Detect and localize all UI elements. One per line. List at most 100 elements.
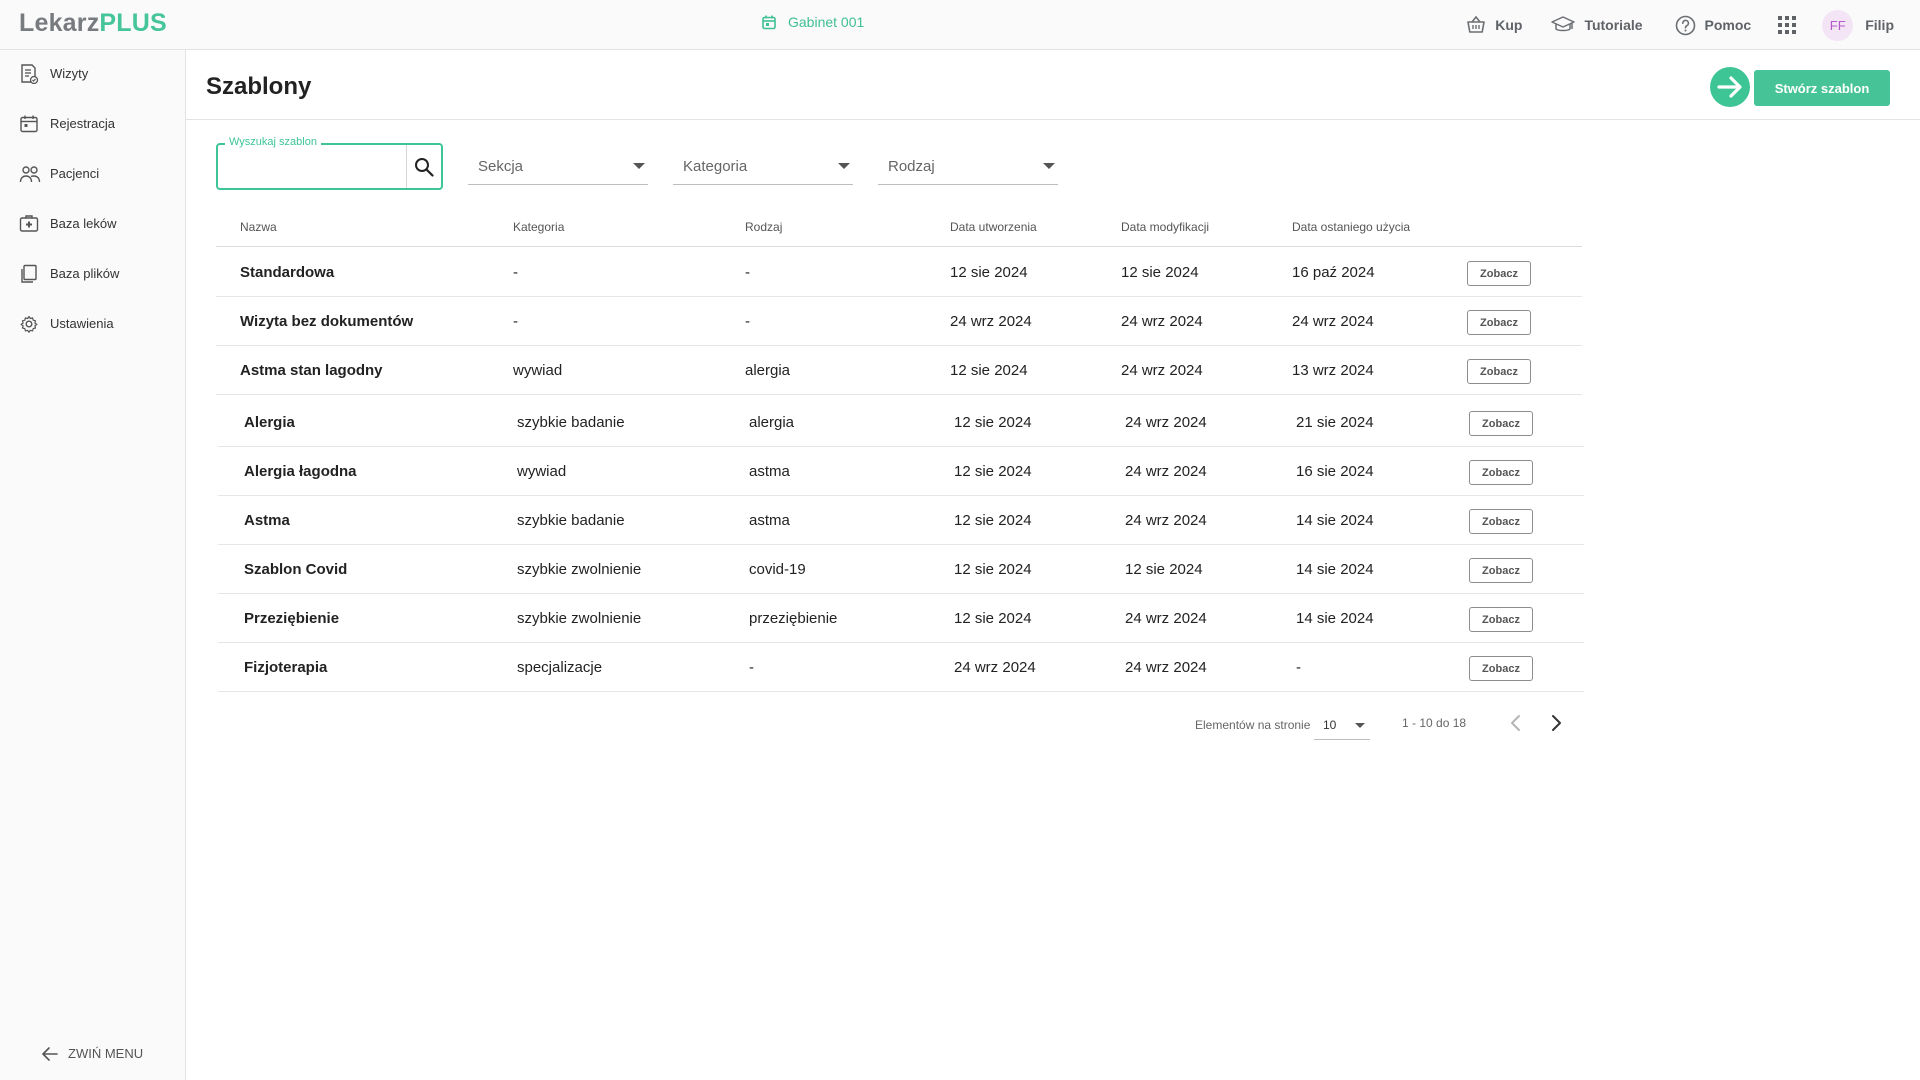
cell-created: 12 sie 2024 (950, 264, 1028, 281)
cell-created: 12 sie 2024 (954, 463, 1032, 480)
cell-created: 12 sie 2024 (954, 561, 1032, 578)
section-select[interactable]: Sekcja (468, 150, 648, 185)
sidebar-item-label: Wizyty (50, 66, 89, 81)
cell-last-used: 24 wrz 2024 (1292, 313, 1374, 330)
table-row: Wizyta bez dokumentów - - 24 wrz 2024 24 wrz… (216, 297, 1582, 346)
tutorials-link[interactable]: Tutoriale (1551, 16, 1643, 34)
search-input[interactable] (226, 155, 406, 179)
items-per-page-select[interactable]: 10 (1314, 712, 1370, 740)
cell-modified: 24 wrz 2024 (1125, 414, 1207, 431)
sidebar-item-visits[interactable]: Wizyty (0, 54, 185, 94)
help-label: Pomoc (1704, 17, 1752, 33)
files-icon (19, 264, 39, 284)
cell-category: - (513, 313, 518, 330)
user-menu[interactable]: FF Filip (1822, 9, 1894, 41)
arrow-right-icon (1717, 76, 1743, 98)
cell-category: specjalizacje (517, 659, 603, 676)
column-header-type[interactable]: Rodzaj (745, 220, 782, 234)
next-page-button[interactable] (1546, 712, 1566, 734)
sidebar-item-settings[interactable]: Ustawienia (0, 304, 185, 344)
cell-last-used: - (1296, 659, 1301, 676)
tutorials-label: Tutoriale (1584, 17, 1643, 33)
section-select-value: Sekcja (478, 158, 524, 175)
cell-created: 12 sie 2024 (954, 610, 1032, 627)
sidebar-item-label: Baza plików (50, 266, 120, 281)
column-header-category[interactable]: Kategoria (513, 220, 564, 234)
cell-category: - (513, 264, 518, 281)
cell-type: - (745, 313, 750, 330)
sidebar-item-registration[interactable]: Rejestracja (0, 104, 185, 144)
logo-text-part1: Lekarz (19, 9, 100, 37)
calendar-icon (19, 114, 39, 134)
sidebar-item-file-database[interactable]: Baza plików (0, 254, 185, 294)
collapse-menu-button[interactable]: ZWIŃ MENU (42, 1046, 143, 1061)
view-template-button[interactable]: Zobacz (1469, 411, 1533, 436)
chevron-down-icon (1355, 723, 1365, 728)
view-template-button[interactable]: Zobacz (1467, 359, 1531, 384)
items-per-page-label: Elementów na stronie (1195, 718, 1311, 732)
table-row: Szablon Covid szybkie zwolnienie covid-19 1… (218, 545, 1584, 594)
buy-link[interactable]: Kup (1466, 16, 1522, 34)
apps-grid-icon (1778, 16, 1797, 34)
cell-modified: 24 wrz 2024 (1121, 362, 1203, 379)
view-template-button[interactable]: Zobacz (1469, 607, 1533, 632)
view-template-button[interactable]: Zobacz (1469, 656, 1533, 681)
app-logo[interactable]: LekarzPLUS (19, 9, 167, 38)
page-header: Szablony Stwórz szablon (186, 50, 1920, 120)
table-row: Fizjoterapia specjalizacje - 24 wrz 2024 24 … (218, 643, 1584, 692)
category-select-value: Kategoria (683, 158, 748, 175)
cell-created: 12 sie 2024 (954, 512, 1032, 529)
chevron-down-icon (838, 163, 850, 169)
help-circle-icon (1675, 15, 1696, 36)
column-header-name[interactable]: Nazwa (240, 220, 277, 234)
visits-icon (19, 64, 39, 84)
avatar: FF (1822, 9, 1854, 41)
view-template-button[interactable]: Zobacz (1469, 558, 1533, 583)
type-select[interactable]: Rodzaj (878, 150, 1058, 185)
search-label: Wyszukaj szablon (225, 136, 321, 148)
view-template-button[interactable]: Zobacz (1469, 509, 1533, 534)
sidebar-item-patients[interactable]: Pacjenci (0, 154, 185, 194)
cell-last-used: 13 wrz 2024 (1292, 362, 1374, 379)
apps-grid-button[interactable] (1778, 16, 1797, 34)
cell-type: covid-19 (749, 561, 806, 578)
sidebar: Wizyty Rejestracja Pacjenci Baza leków B… (0, 50, 186, 1080)
cell-name: Przeziębienie (244, 610, 340, 627)
sidebar-item-label: Rejestracja (50, 116, 116, 131)
create-template-arrow-button[interactable] (1710, 67, 1750, 107)
cell-last-used: 21 sie 2024 (1296, 414, 1374, 431)
cell-name: Alergia łagodna (244, 463, 357, 480)
column-header-modified[interactable]: Data modyfikacji (1121, 220, 1209, 234)
cell-last-used: 14 sie 2024 (1296, 610, 1374, 627)
table-row: Standardowa - - 12 sie 2024 12 sie 2024 16 pa… (216, 248, 1582, 297)
search-field[interactable]: Wyszukaj szablon (216, 136, 443, 190)
cell-type: astma (749, 463, 790, 480)
view-template-button[interactable]: Zobacz (1469, 460, 1533, 485)
cell-type: przeziębienie (749, 610, 838, 627)
previous-page-button[interactable] (1506, 712, 1526, 734)
sidebar-item-drug-database[interactable]: Baza leków (0, 204, 185, 244)
table-row: Alergia szybkie badanie alergia 12 sie 2024… (218, 398, 1584, 447)
column-header-created[interactable]: Data utworzenia (950, 220, 1037, 234)
cell-category: szybkie badanie (517, 414, 625, 431)
patients-icon (19, 164, 41, 184)
category-select[interactable]: Kategoria (673, 150, 853, 185)
help-link[interactable]: Pomoc (1675, 15, 1752, 36)
search-button[interactable] (406, 145, 441, 188)
clinic-selector[interactable]: Gabinet 001 (762, 14, 864, 30)
cell-last-used: 16 sie 2024 (1296, 463, 1374, 480)
view-template-button[interactable]: Zobacz (1467, 261, 1531, 286)
view-template-button[interactable]: Zobacz (1467, 310, 1531, 335)
calendar-icon (762, 15, 776, 30)
chevron-right-icon (1546, 712, 1566, 734)
table-row: Alergia łagodna wywiad astma 12 sie 2024 24 … (218, 447, 1584, 496)
table-header: Nazwa Kategoria Rodzaj Data utworzenia D… (216, 206, 1582, 247)
create-template-button[interactable]: Stwórz szablon (1754, 70, 1890, 106)
cell-modified: 12 sie 2024 (1121, 264, 1199, 281)
pagination-range: 1 - 10 do 18 (1402, 716, 1467, 730)
cell-last-used: 16 paź 2024 (1292, 264, 1375, 281)
column-header-last-used[interactable]: Data ostaniego użycia (1292, 220, 1410, 234)
cell-modified: 24 wrz 2024 (1121, 313, 1203, 330)
chevron-down-icon (633, 163, 645, 169)
cell-modified: 12 sie 2024 (1125, 561, 1203, 578)
